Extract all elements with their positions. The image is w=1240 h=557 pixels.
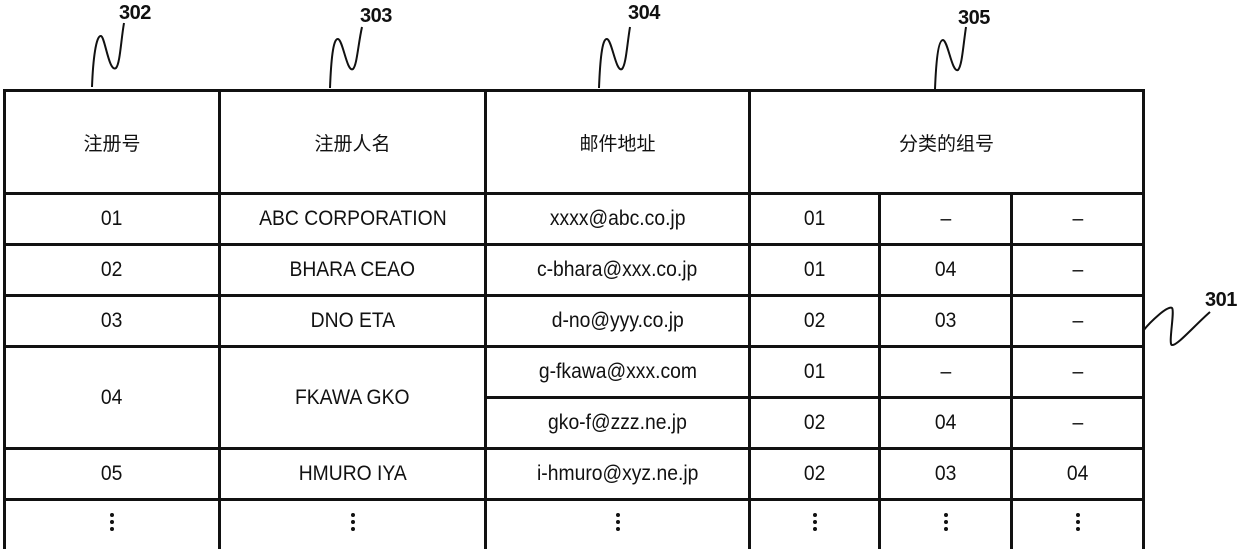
leader-line-305 bbox=[934, 26, 967, 90]
cell-group-2: – bbox=[878, 192, 1013, 246]
continuation-row bbox=[3, 498, 1145, 549]
cell-group-2: 04 bbox=[878, 243, 1013, 297]
cell-group-1: 01 bbox=[748, 192, 881, 246]
cell-group-2: 04 bbox=[878, 396, 1013, 450]
leader-line-304 bbox=[598, 26, 631, 89]
header-reg-name: 注册人名 bbox=[218, 89, 487, 195]
cell-group-2: – bbox=[878, 345, 1013, 399]
header-email: 邮件地址 bbox=[484, 89, 751, 195]
ellipsis-icon bbox=[484, 498, 751, 549]
cell-reg-name: HMURO IYA bbox=[218, 447, 487, 501]
registration-table: 注册号 注册人名 邮件地址 分类的组号 01 ABC CORPORATION x… bbox=[3, 89, 1145, 549]
ref-label-305: 305 bbox=[958, 7, 990, 29]
ellipsis-icon bbox=[878, 498, 1013, 549]
cell-group-3: – bbox=[1010, 243, 1145, 297]
ref-label-303: 303 bbox=[360, 5, 392, 27]
cell-group-1: 01 bbox=[748, 345, 881, 399]
cell-reg-no: 01 bbox=[3, 192, 221, 246]
cell-group-1: 02 bbox=[748, 294, 881, 348]
ellipsis-icon bbox=[748, 498, 881, 549]
cell-email: gko-f@zzz.ne.jp bbox=[484, 396, 751, 450]
ref-label-302: 302 bbox=[119, 2, 151, 24]
leader-line-301 bbox=[1142, 306, 1211, 346]
cell-reg-no: 02 bbox=[3, 243, 221, 297]
header-group-no: 分类的组号 bbox=[748, 89, 1145, 195]
table-row: 02 BHARA CEAO c-bhara@xxx.co.jp 01 04 – bbox=[3, 243, 1145, 297]
cell-group-3: – bbox=[1010, 396, 1145, 450]
cell-group-3: – bbox=[1010, 294, 1145, 348]
cell-group-3: – bbox=[1010, 192, 1145, 246]
cell-group-2: 03 bbox=[878, 294, 1013, 348]
cell-email: d-no@yyy.co.jp bbox=[484, 294, 751, 348]
cell-reg-no: 04 bbox=[3, 345, 221, 450]
table-row: 03 DNO ETA d-no@yyy.co.jp 02 03 – bbox=[3, 294, 1145, 348]
ellipsis-icon bbox=[218, 498, 487, 549]
leader-line-302 bbox=[91, 22, 125, 88]
cell-email: xxxx@abc.co.jp bbox=[484, 192, 751, 246]
header-row: 注册号 注册人名 邮件地址 分类的组号 bbox=[3, 89, 1145, 195]
cell-group-3: 04 bbox=[1010, 447, 1145, 501]
cell-reg-name: ABC CORPORATION bbox=[218, 192, 487, 246]
cell-reg-name: BHARA CEAO bbox=[218, 243, 487, 297]
cell-reg-no: 03 bbox=[3, 294, 221, 348]
cell-email: i-hmuro@xyz.ne.jp bbox=[484, 447, 751, 501]
cell-reg-no: 05 bbox=[3, 447, 221, 501]
cell-reg-name: FKAWA GKO bbox=[218, 345, 487, 450]
ellipsis-icon bbox=[3, 498, 221, 549]
cell-group-1: 01 bbox=[748, 243, 881, 297]
ellipsis-icon bbox=[1010, 498, 1145, 549]
cell-email: c-bhara@xxx.co.jp bbox=[484, 243, 751, 297]
cell-group-1: 02 bbox=[748, 396, 881, 450]
table-row: 04 FKAWA GKO g-fkawa@xxx.com 01 – – bbox=[3, 345, 1145, 450]
ref-label-304: 304 bbox=[628, 2, 660, 24]
cell-group-1: 02 bbox=[748, 447, 881, 501]
cell-group-3: – bbox=[1010, 345, 1145, 399]
header-reg-no: 注册号 bbox=[3, 89, 221, 195]
cell-email: g-fkawa@xxx.com bbox=[484, 345, 751, 399]
table-row: 01 ABC CORPORATION xxxx@abc.co.jp 01 – – bbox=[3, 192, 1145, 246]
cell-reg-name: DNO ETA bbox=[218, 294, 487, 348]
leader-line-303 bbox=[329, 26, 363, 89]
table-row: 05 HMURO IYA i-hmuro@xyz.ne.jp 02 03 04 bbox=[3, 447, 1145, 501]
ref-label-301: 301 bbox=[1205, 289, 1237, 311]
cell-group-2: 03 bbox=[878, 447, 1013, 501]
